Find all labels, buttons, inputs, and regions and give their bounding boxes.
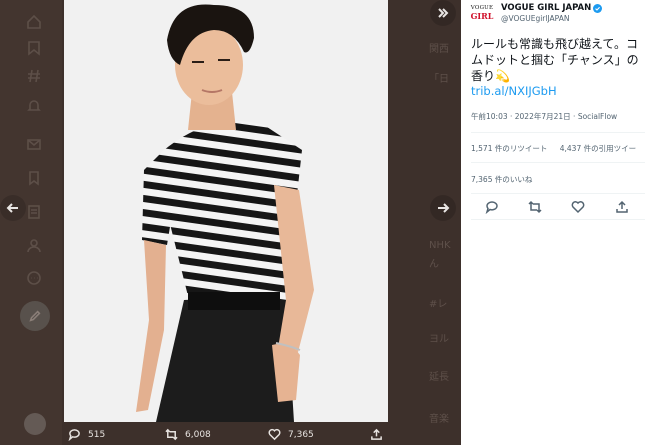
messages-icon bbox=[20, 130, 48, 158]
divider bbox=[471, 219, 645, 220]
like-count: 7,365 bbox=[288, 429, 314, 440]
share-button[interactable] bbox=[370, 428, 390, 441]
hashtag-icon bbox=[20, 62, 48, 90]
retweet-icon[interactable] bbox=[528, 199, 542, 214]
double-chevron-right-icon bbox=[438, 8, 449, 18]
media-action-bar: 515 6,008 7,365 bbox=[62, 424, 461, 445]
dimmed-sidebar bbox=[0, 0, 62, 445]
divider bbox=[471, 162, 645, 163]
sparkle-emoji: 💫 bbox=[495, 69, 510, 83]
more-icon bbox=[20, 264, 48, 292]
likes-stats: 7,365 件のいいね bbox=[471, 174, 532, 185]
reply-button[interactable]: 515 bbox=[68, 428, 105, 441]
like-button[interactable]: 7,365 bbox=[268, 428, 314, 441]
account-avatar-logo[interactable]: VOGUE GIRL bbox=[471, 3, 494, 23]
arrow-right-icon bbox=[438, 203, 450, 213]
tweet-photo[interactable] bbox=[64, 0, 388, 422]
bookmark-icon bbox=[20, 34, 48, 62]
photo-illustration bbox=[64, 0, 388, 422]
retweet-button[interactable]: 6,008 bbox=[165, 428, 211, 441]
divider bbox=[471, 132, 645, 133]
retweet-quote-stats: 1,571 件のリツイート 4,437 件の引用ツイー bbox=[471, 143, 636, 154]
reply-icon[interactable] bbox=[485, 199, 499, 215]
tweet-header: VOGUE GIRL VOGUE GIRL JAPAN @VOGUEgirlJA… bbox=[471, 3, 645, 23]
tweet-action-bar bbox=[471, 197, 645, 217]
retweets-stat[interactable]: 1,571 件のリツイート bbox=[471, 144, 547, 153]
quotes-stat[interactable]: 4,437 件の引用ツイー bbox=[560, 144, 636, 153]
reply-icon bbox=[68, 429, 80, 441]
dimmed-timeline: 関西 「日 NHK ん #レ ヨル 延長 音楽 bbox=[429, 44, 451, 425]
share-icon bbox=[371, 428, 382, 440]
share-icon[interactable] bbox=[615, 199, 629, 213]
verified-badge-icon bbox=[593, 4, 603, 13]
next-button[interactable] bbox=[430, 195, 456, 221]
home-icon bbox=[20, 8, 48, 36]
divider bbox=[471, 193, 645, 194]
compose-icon bbox=[20, 301, 50, 331]
retweet-icon bbox=[165, 428, 178, 441]
tweet-detail-panel: VOGUE GIRL VOGUE GIRL JAPAN @VOGUEgirlJA… bbox=[461, 0, 645, 445]
avatar bbox=[24, 413, 46, 435]
tweet-timestamp[interactable]: 午前10:03 · 2022年7月21日 · SocialFlow bbox=[471, 111, 617, 122]
account-name[interactable]: VOGUE GIRL JAPAN bbox=[501, 3, 603, 14]
tweet-text: ルールも常識も飛び越えて。コムドットと掴む「チャンス」の香り💫 bbox=[471, 37, 639, 83]
profile-icon bbox=[20, 232, 48, 260]
heart-icon[interactable] bbox=[571, 199, 585, 214]
collapse-panel-button[interactable] bbox=[430, 0, 456, 26]
bookmarks-icon bbox=[20, 164, 48, 192]
arrow-left-icon bbox=[6, 203, 18, 213]
notifications-icon bbox=[20, 92, 48, 120]
reply-count: 515 bbox=[88, 429, 106, 440]
media-viewer: 関西 「日 NHK ん #レ ヨル 延長 音楽 515 6,008 7,365 bbox=[0, 0, 461, 445]
account-handle[interactable]: @VOGUEgirlJAPAN bbox=[501, 14, 602, 24]
tweet-link[interactable]: trib.al/NXIJGbH bbox=[471, 84, 557, 98]
previous-button[interactable] bbox=[0, 195, 26, 221]
retweet-count: 6,008 bbox=[185, 429, 211, 440]
likes-stat[interactable]: 7,365 件のいいね bbox=[471, 175, 532, 184]
heart-icon bbox=[268, 428, 281, 441]
